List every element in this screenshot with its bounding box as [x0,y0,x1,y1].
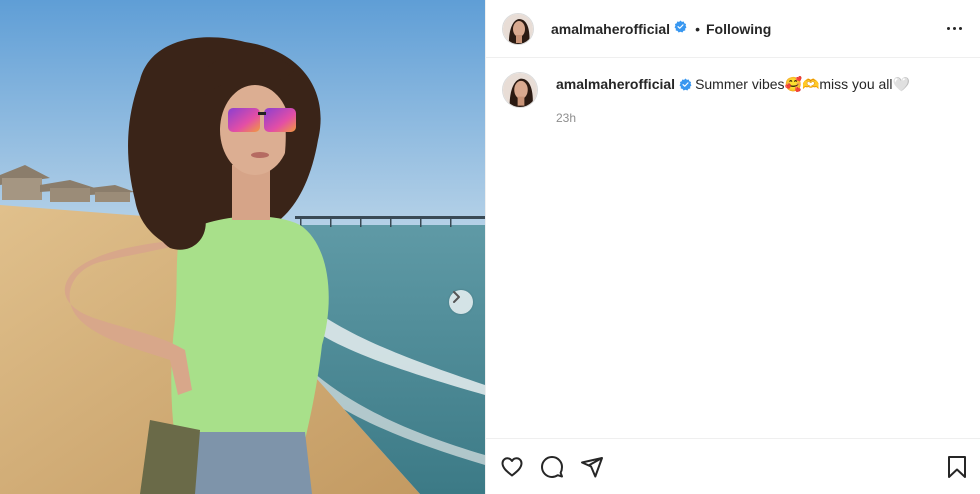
more-dot-icon [959,27,962,30]
chevron-right-icon [453,291,460,303]
separator-dot: • [695,20,700,37]
caption-row: amalmaherofficial Summer vibes🥰🫶miss you … [502,72,964,127]
comment-icon [541,455,563,478]
avatar[interactable] [502,12,534,45]
more-options-button[interactable] [943,21,966,36]
bookmark-icon [948,455,966,478]
action-bar [486,438,980,494]
paper-plane-icon [581,456,603,477]
caption-body: amalmaherofficial Summer vibes🥰🫶miss you … [556,72,910,127]
verified-badge-icon [674,20,687,38]
caption-text: Summer vibes🥰🫶miss you all🤍 [695,76,910,92]
more-dot-icon [947,27,950,30]
post-sidebar: amalmaherofficial • Following amalmahero… [485,0,980,494]
caption-avatar[interactable] [502,72,538,108]
carousel-next-button[interactable] [449,290,473,314]
profile-avatar-icon [503,73,537,107]
instagram-post: amalmaherofficial • Following amalmahero… [0,0,980,494]
heart-icon [501,456,523,476]
caption-username[interactable]: amalmaherofficial [556,76,675,92]
share-button[interactable] [580,447,620,487]
comments-section: amalmaherofficial Summer vibes🥰🫶miss you … [486,58,980,141]
verified-badge-icon [679,77,692,95]
author-username[interactable]: amalmaherofficial [551,21,670,37]
save-button[interactable] [944,447,968,487]
following-button[interactable]: Following [706,21,771,37]
like-button[interactable] [500,447,540,487]
post-header: amalmaherofficial • Following [486,0,980,58]
comment-button[interactable] [540,447,580,487]
profile-avatar-icon [503,13,533,44]
more-dot-icon [953,27,956,30]
post-timestamp[interactable]: 23h [556,109,910,127]
beach-photo [0,0,485,494]
post-media[interactable] [0,0,485,494]
